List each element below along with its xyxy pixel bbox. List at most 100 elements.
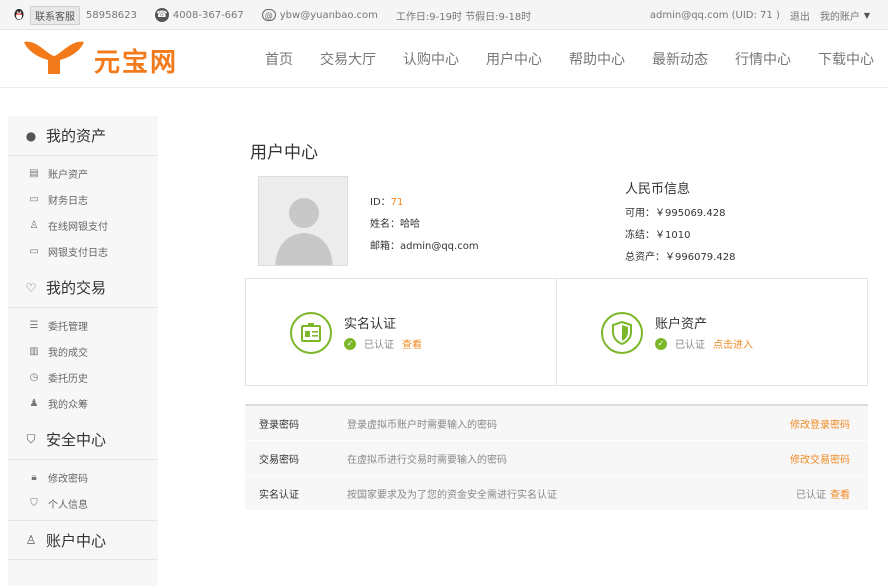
- people-icon: ♟: [29, 397, 39, 409]
- sidebar-item-personal-info[interactable]: ⛉ 个人信息: [8, 490, 158, 516]
- row-desc: 登录虚拟币账户时需要输入的密码: [347, 419, 497, 431]
- sidebar-item-label: 在线网银支付: [48, 221, 108, 233]
- sidebar-group-trades: ♡ 我的交易: [8, 268, 158, 308]
- table-row: 登录密码 登录虚拟币账户时需要输入的密码 修改登录密码: [245, 406, 868, 441]
- folder-icon: ▭: [29, 245, 39, 257]
- table-row: 交易密码 在虚拟币进行交易时需要输入的密码 修改交易密码: [245, 441, 868, 476]
- check-icon: ✓: [344, 337, 356, 350]
- sidebar-group-title: 账户中心: [46, 531, 107, 550]
- site-header: 元宝网 首页 交易大厅 认购中心 用户中心 帮助中心 最新动态 行情中心 下载中…: [0, 30, 888, 88]
- enter-assets-link[interactable]: 点击进入: [713, 336, 753, 351]
- row-action: 已认证 查看: [796, 486, 850, 501]
- row-desc: 在虚拟币进行交易时需要输入的密码: [347, 454, 507, 466]
- row-desc: 按国家要求及为了您的资金安全需进行实名认证: [347, 489, 557, 501]
- sidebar-item-label: 我的众筹: [48, 399, 88, 411]
- sidebar-item-order-management[interactable]: ☰ 委托管理: [8, 312, 158, 338]
- user-plus-icon: ♙: [29, 219, 39, 231]
- customer-service[interactable]: 联系客服: [12, 5, 80, 25]
- nav-user-center[interactable]: 用户中心: [486, 49, 542, 69]
- my-account-menu[interactable]: 我的账户 ▼: [820, 8, 870, 23]
- moneybag-icon: ●: [25, 128, 37, 143]
- sidebar-item-banking-log[interactable]: ▭ 网银支付日志: [8, 238, 158, 264]
- nav-trading-hall[interactable]: 交易大厅: [320, 49, 376, 69]
- card-status: ✓ 已认证 查看: [344, 336, 422, 351]
- view-realname-row-link[interactable]: 查看: [830, 490, 850, 501]
- heart-icon: ♡: [25, 280, 37, 295]
- work-hours: 工作日:9-19时 节假日:9-18时: [395, 11, 532, 23]
- row-status: 已认证: [796, 489, 826, 501]
- caret-down-icon: ▼: [863, 10, 870, 20]
- card-status-text: 已认证: [364, 340, 394, 351]
- id-card-icon: [290, 312, 332, 354]
- sidebar-item-label: 账户资产: [48, 169, 88, 181]
- qq-number: 58958623: [86, 9, 137, 21]
- ledger-icon: ▤: [29, 167, 39, 179]
- sidebar-item-label: 修改密码: [48, 473, 88, 485]
- sidebar-item-crowdfunding[interactable]: ♟ 我的众筹: [8, 390, 158, 416]
- rmb-total: 总资产：￥996079.428: [625, 252, 736, 263]
- table-row: 实名认证 按国家要求及为了您的资金安全需进行实名认证 已认证 查看: [245, 476, 868, 511]
- user-icon: ♙: [25, 533, 37, 547]
- sidebar: ● 我的资产 ▤ 账户资产 ▭ 财务日志 ♙ 在线网银支付 ▭ 网银支付日志 ♡…: [8, 116, 158, 586]
- page-title: 用户中心: [250, 143, 318, 163]
- user-info: admin@qq.com (UID: 71 ): [649, 9, 780, 21]
- folder-icon: ▭: [29, 193, 39, 205]
- nav-download[interactable]: 下载中心: [818, 49, 874, 69]
- nav-subscription[interactable]: 认购中心: [403, 49, 459, 69]
- sidebar-item-label: 个人信息: [48, 499, 88, 511]
- rmb-title: 人民币信息: [625, 182, 691, 197]
- service-label: 联系客服: [30, 5, 80, 25]
- status-cards: 实名认证 ✓ 已认证 查看 账户资产 ✓ 已认证 点击进入: [245, 278, 868, 386]
- service-phone: 4008-367-667: [172, 9, 244, 21]
- row-name: 登录密码: [259, 419, 299, 431]
- user-id-line: ID：71: [370, 192, 479, 214]
- default-avatar-icon: [259, 177, 347, 265]
- card-icon: ▥: [29, 345, 39, 357]
- check-icon: ✓: [655, 337, 667, 350]
- top-bar: 联系客服 58958623 ☎ 4008-367-667 @ ybw@yuanb…: [0, 0, 888, 30]
- sidebar-item-order-history[interactable]: ◷ 委托历史: [8, 364, 158, 390]
- sidebar-item-online-banking[interactable]: ♙ 在线网银支付: [8, 212, 158, 238]
- change-login-password-link[interactable]: 修改登录密码: [790, 416, 850, 431]
- user-email-label: 邮箱：: [370, 241, 400, 252]
- card-account-assets: 账户资产 ✓ 已认证 点击进入: [556, 279, 867, 385]
- user-id-label: ID：: [370, 197, 391, 208]
- nav-home[interactable]: 首页: [265, 49, 293, 69]
- sidebar-item-label: 网银支付日志: [48, 247, 108, 259]
- shield-icon: [601, 312, 643, 354]
- site-logo[interactable]: 元宝网: [22, 38, 178, 82]
- user-name-label: 姓名：: [370, 219, 400, 230]
- sidebar-item-change-password[interactable]: 🔒︎ 修改密码: [8, 464, 158, 490]
- nav-help[interactable]: 帮助中心: [569, 49, 625, 69]
- clock-icon: ◷: [29, 371, 39, 383]
- nav-market[interactable]: 行情中心: [735, 49, 791, 69]
- sidebar-group-title: 我的资产: [46, 127, 107, 145]
- change-trade-password-link[interactable]: 修改交易密码: [790, 451, 850, 466]
- security-settings-table: 登录密码 登录虚拟币账户时需要输入的密码 修改登录密码 交易密码 在虚拟币进行交…: [245, 404, 868, 511]
- card-title: 账户资产: [655, 317, 708, 332]
- list-icon: ☰: [29, 319, 39, 331]
- rmb-info: 人民币信息 可用：￥995069.428 冻结：￥1010 总资产：￥99607…: [625, 178, 735, 269]
- user-name-line: 姓名：哈哈: [370, 214, 479, 236]
- shield-outline-icon: ⛉: [30, 497, 38, 509]
- user-info-block: ID：71 姓名：哈哈 邮箱：admin@qq.com: [370, 192, 479, 258]
- sidebar-item-label: 财务日志: [48, 195, 88, 207]
- user-id-value: 71: [390, 197, 404, 208]
- sidebar-item-my-deals[interactable]: ▥ 我的成交: [8, 338, 158, 364]
- sidebar-item-label: 委托历史: [48, 373, 88, 385]
- yuanbao-logo-icon: [22, 38, 86, 82]
- logout-link[interactable]: 退出: [790, 8, 810, 23]
- my-account-label: 我的账户: [819, 11, 860, 23]
- sidebar-item-account-assets[interactable]: ▤ 账户资产: [8, 160, 158, 186]
- email-icon: @: [261, 9, 276, 21]
- nav-news[interactable]: 最新动态: [652, 49, 708, 69]
- card-title: 实名认证: [344, 317, 397, 332]
- sidebar-group-security: ⛉ 安全中心: [8, 420, 158, 460]
- sidebar-group-account-center: ♙ 账户中心: [8, 520, 158, 560]
- view-realname-link[interactable]: 查看: [402, 336, 422, 351]
- sidebar-group-title: 安全中心: [46, 431, 107, 449]
- shield-icon: ⛉: [26, 432, 36, 446]
- sidebar-item-finance-log[interactable]: ▭ 财务日志: [8, 186, 158, 212]
- phone-icon: ☎: [154, 8, 169, 22]
- sidebar-item-label: 我的成交: [48, 347, 88, 359]
